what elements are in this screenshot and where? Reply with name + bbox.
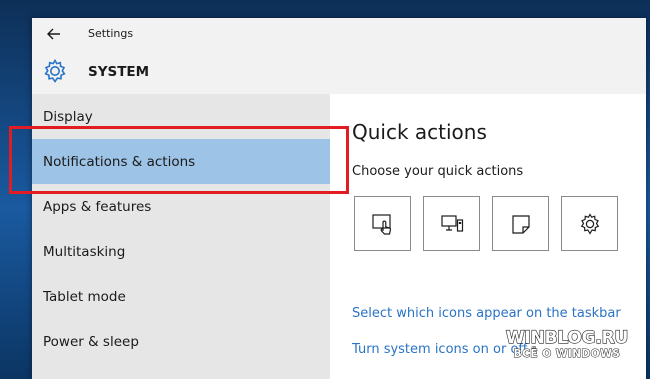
title-bar: Settings [32,18,646,50]
sidebar-item-label: Display [43,108,93,125]
sidebar-item-tablet-mode[interactable]: Tablet mode [32,274,330,319]
watermark-main-text: WINBLOG.RU [505,327,629,348]
settings-gear-icon [580,212,599,235]
watermark-logo: WINBLOG.RU ВСЁ О WINDOWS [498,327,636,372]
taskbar-icons-link[interactable]: Select which icons appear on the taskbar [352,306,621,321]
settings-window: Settings SYSTEM Display Notifications & … [32,18,646,379]
gear-icon [44,58,66,83]
sidebar-item-power-sleep[interactable]: Power & sleep [32,319,330,364]
sidebar-item-label: Multitasking [43,243,126,260]
sidebar-item-label: Tablet mode [43,288,126,305]
watermark-sub-text: ВСЁ О WINDOWS [513,348,621,361]
back-arrow-icon[interactable] [44,24,64,44]
connect-icon [440,214,463,232]
quick-action-tile-connect[interactable] [423,196,480,251]
window-title: Settings [88,27,134,40]
highlight-annotation [9,126,349,194]
tablet-mode-icon [371,213,391,235]
quick-action-tile-tablet-mode[interactable] [354,196,411,251]
sidebar-item-label: Power & sleep [43,333,139,350]
page-title: SYSTEM [88,64,150,80]
quick-action-tile-note[interactable] [492,196,549,251]
sidebar-item-multitasking[interactable]: Multitasking [32,229,330,274]
section-title: Quick actions [352,120,487,144]
note-icon [511,214,530,234]
section-subtitle: Choose your quick actions [352,164,524,179]
quick-action-tile-settings[interactable] [561,196,618,251]
sidebar-item-label: Apps & features [43,198,152,215]
